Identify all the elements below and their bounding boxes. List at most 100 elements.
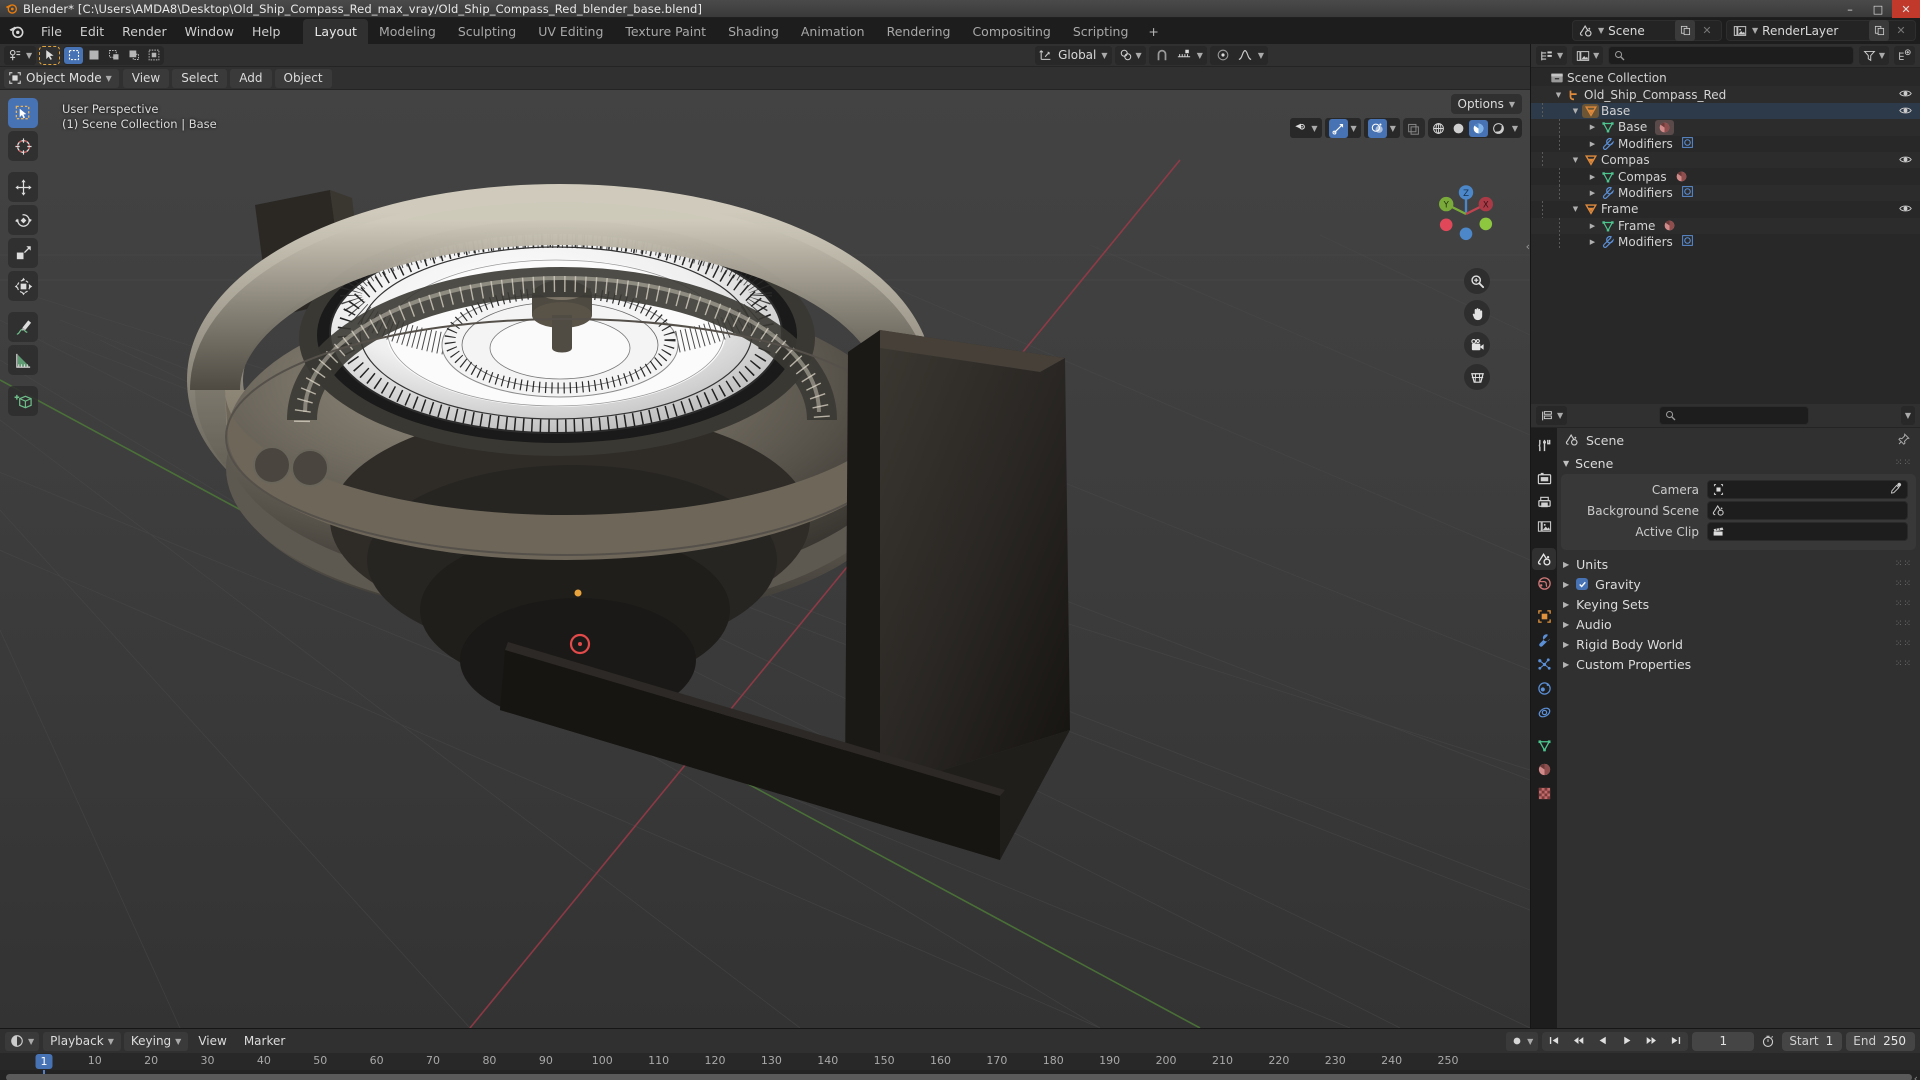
viewport-menu-add[interactable]: Add [230,68,272,88]
eyedropper-icon[interactable] [1890,482,1902,497]
outliner-expand-triangle[interactable]: ▶ [1586,123,1599,131]
maximize-button[interactable]: □ [1864,0,1892,18]
properties-panel-gravity[interactable]: ▶ Gravity ⁙⁙ [1557,574,1920,594]
snap-pivot-dropdown[interactable]: ▼ [1114,45,1146,65]
minimize-button[interactable]: – [1836,0,1864,18]
menu-edit[interactable]: Edit [71,21,113,42]
select-subtract-icon[interactable] [104,47,123,64]
properties-tab-render-icon[interactable] [1532,467,1556,489]
properties-tab-material-icon[interactable] [1532,758,1556,780]
modifier-icon[interactable] [1681,185,1694,201]
tool-measure[interactable] [8,345,38,375]
play-button[interactable] [1615,1034,1639,1049]
tool-cursor[interactable] [8,131,38,161]
properties-tab-output-printer-icon[interactable] [1532,491,1556,513]
properties-tab-particles-icon[interactable] [1532,653,1556,675]
transform-orientation-dropdown[interactable]: Global ▼ [1035,45,1112,65]
new-view-layer-button[interactable] [1869,20,1889,41]
outliner-search-input[interactable] [1608,46,1854,65]
properties-panel-rigid-body-world[interactable]: ▶ Rigid Body World ⁙⁙ [1557,634,1920,654]
outliner-expand-triangle[interactable]: ▼ [1569,156,1582,164]
outliner-expand-triangle[interactable]: ▶ [1586,238,1599,246]
timeline-menu-view[interactable]: View [191,1032,233,1051]
gizmo-icon[interactable] [1328,118,1348,138]
tool-add-cube[interactable] [8,386,38,416]
falloff-curve-icon[interactable] [1236,46,1255,65]
timeline-current-frame-badge[interactable]: 1 [35,1054,53,1069]
3d-viewport[interactable]: User Perspective (1) Scene Collection | … [0,90,1530,1028]
solid-shading-icon[interactable] [1449,120,1468,137]
pan-view-icon[interactable] [1464,300,1490,326]
workspace-tab-texture-paint[interactable]: Texture Paint [614,19,717,44]
properties-options-button[interactable]: ▼ [1900,406,1915,425]
material-icon[interactable] [1655,119,1675,135]
workspace-tab-shading[interactable]: Shading [717,19,790,44]
outliner-editor-type-selector[interactable]: ▼ [1536,46,1568,65]
outliner-row[interactable]: ▶ Modifiers [1531,184,1920,202]
properties-tab-object-icon[interactable] [1532,605,1556,627]
toggle-perspective-icon[interactable] [1464,364,1490,390]
view-layer-selector[interactable]: ▼ RenderLayer ✕ [1726,20,1916,41]
menu-help[interactable]: Help [243,21,290,42]
panel-checkbox[interactable] [1576,578,1589,590]
tool-annotate[interactable] [8,312,38,342]
zoom-view-icon[interactable] [1464,268,1490,294]
viewport-options-button[interactable]: Options ▼ [1450,94,1522,114]
end-frame-field[interactable]: End 250 [1846,1031,1915,1051]
remove-view-layer-button[interactable]: ✕ [1891,20,1911,41]
timeline-ruler[interactable]: 10 20 30 40 50 60 70 80 90 100 110 120 130 140 150 160 1… [0,1053,1920,1070]
navigation-gizmo[interactable]: Z Y X [1430,178,1502,250]
properties-tab-modifier-wrench-icon[interactable] [1532,629,1556,651]
properties-panel-keying-sets[interactable]: ▶ Keying Sets ⁙⁙ [1557,594,1920,614]
select-tool-mode-button[interactable] [39,45,61,65]
outliner-expand-triangle[interactable]: ▼ [1569,107,1582,115]
timeline-menu-keying[interactable]: Keying ▼ [123,1031,189,1051]
properties-tab-scene-icon[interactable] [1532,548,1556,570]
viewport-menu-view[interactable]: View [122,68,170,88]
timeline-editor-type-selector[interactable]: ▼ [5,1031,40,1051]
menu-file[interactable]: File [32,21,71,42]
properties-tab-texture-icon[interactable] [1532,782,1556,804]
overlays-icon[interactable] [1367,118,1387,138]
workspace-tab-layout[interactable]: Layout [303,19,368,44]
outliner-row[interactable]: ▼ Frame [1531,201,1920,218]
workspace-tab-modeling[interactable]: Modeling [368,19,447,44]
timeline-menu-marker[interactable]: Marker [237,1032,292,1051]
scene-panel-header[interactable]: ▼ Scene ⁙⁙ [1557,452,1920,474]
timeline-menu-playback[interactable]: Playback ▼ [43,1031,121,1051]
magnet-icon[interactable] [1153,46,1172,65]
snapping-controls[interactable]: ▼ [1148,45,1207,65]
visibility-eye-icon[interactable] [1899,153,1912,169]
outliner-expand-triangle[interactable]: ▶ [1586,222,1599,230]
outliner-row[interactable]: ▼ Compas [1531,151,1920,169]
outliner-row[interactable]: Scene Collection [1531,70,1920,86]
tool-scale[interactable] [8,238,38,268]
select-set-icon[interactable] [64,46,84,64]
properties-search-input[interactable] [1659,406,1809,425]
select-extend-icon[interactable] [84,47,103,64]
viewport-sidebar-collapse-arrow[interactable]: ‹ [1526,240,1530,253]
outliner-expand-triangle[interactable]: ▼ [1552,91,1565,99]
workspace-tab-sculpting[interactable]: Sculpting [447,19,527,44]
workspace-tab-rendering[interactable]: Rendering [876,19,962,44]
viewport-menu-select[interactable]: Select [172,68,228,88]
previous-keyframe-button[interactable] [1566,1034,1591,1049]
overlay-toggle-group[interactable]: ▼ [1363,118,1400,138]
properties-editor-type-selector[interactable]: ▼ [1536,406,1568,425]
auto-keying-toggle[interactable]: ▼ [1506,1031,1539,1051]
outliner-row[interactable]: ▼ Base [1531,102,1920,120]
properties-panel-audio[interactable]: ▶ Audio ⁙⁙ [1557,614,1920,634]
properties-tab-physics-icon[interactable] [1532,677,1556,699]
property-field-background-scene[interactable] [1707,501,1908,520]
timeline-track[interactable]: ‹ [0,1070,1920,1080]
outliner-expand-triangle[interactable]: ▼ [1569,205,1582,213]
outliner-new-collection-button[interactable] [1894,46,1915,65]
camera-view-icon[interactable] [1464,332,1490,358]
material-icon[interactable] [1663,219,1676,232]
select-intersect-icon[interactable] [144,47,163,64]
wireframe-shading-icon[interactable] [1429,120,1448,137]
property-field-active-clip[interactable] [1707,522,1908,541]
gizmo-toggle-group[interactable]: ▼ [1324,118,1361,138]
jump-to-start-button[interactable] [1542,1034,1566,1049]
play-reverse-button[interactable] [1591,1034,1615,1049]
